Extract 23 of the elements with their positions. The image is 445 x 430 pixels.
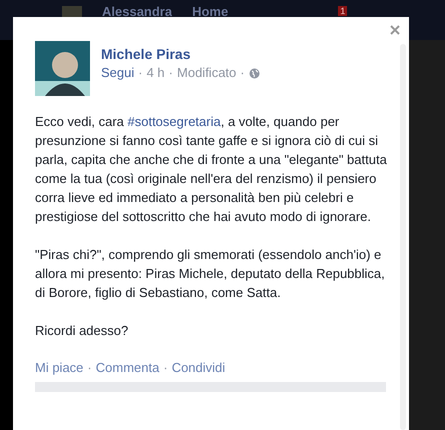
follow-link[interactable]: Segui [101,64,134,82]
avatar[interactable] [35,41,90,96]
separator: · [137,64,144,82]
action-link[interactable]: Condividi [172,360,226,376]
post-time[interactable]: 4 h [146,64,165,82]
globe-icon[interactable] [248,68,260,78]
post-paragraph: Ricordi adesso? [35,322,130,340]
separator: · [239,64,246,82]
action-link[interactable]: Mi piace [35,360,84,376]
separator: · [168,64,174,82]
author-name[interactable]: Michele Piras [101,45,260,63]
close-button[interactable] [388,23,402,37]
action-link[interactable]: Commenta [96,360,160,376]
profile-name[interactable]: Alessandra [102,6,172,17]
separator: · [162,360,169,376]
post-paragraph: "Piras chi?", comprendo gli smemorati (essendolo anch'io) e allora mi presento: Piras Michele, deputato della Repubblica, di Borore, figlio di Sebastiano, come Satta. [35,246,386,302]
hashtag-link[interactable]: #sottosegretaria [128,114,221,129]
edited-label[interactable]: Modificato [177,64,236,82]
post-paragraph: Ecco vedi, cara #sottosegretaria, a volte, quando per presunzione si fanno così tante gaffe e si ignora ciò di cui si parla, capita che anche che di fronte a una "elegante" battuta come la tua (così originale nell'era del renzismo) il pensiero corra lieve ed immediato a personalità ben più celebri e prestigiose del sottoscritto che hai avuto modo di ignorare. [35,113,388,226]
separator: · [86,360,93,376]
home-link[interactable]: Home [192,6,228,17]
notification-badge: 1 [338,6,348,16]
close-icon [390,25,400,35]
